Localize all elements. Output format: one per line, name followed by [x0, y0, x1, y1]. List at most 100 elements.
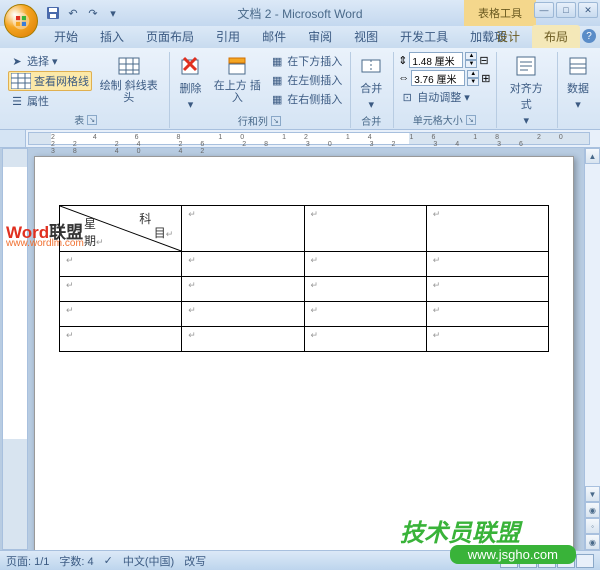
table-cell[interactable]: ↵	[304, 277, 426, 302]
minimize-button[interactable]: —	[534, 2, 554, 18]
tab-home[interactable]: 开始	[44, 25, 88, 48]
maximize-button[interactable]: □	[556, 2, 576, 18]
delete-button[interactable]: 删除▾	[174, 52, 206, 113]
save-button[interactable]	[44, 4, 62, 22]
tab-review[interactable]: 审阅	[298, 25, 342, 48]
table-cell[interactable]: ↵	[182, 277, 304, 302]
vertical-ruler[interactable]	[2, 148, 28, 550]
data-button[interactable]: 数据▾	[562, 52, 594, 113]
table-cell[interactable]: ↵	[60, 252, 182, 277]
table-cell[interactable]: ↵	[304, 327, 426, 352]
tab-view[interactable]: 视图	[344, 25, 388, 48]
language-status[interactable]: 中文(中国)	[123, 553, 174, 569]
align-icon	[514, 54, 538, 78]
contextual-tab-title: 表格工具	[464, 0, 536, 26]
word-table[interactable]: 科 目↵ 星期↵ ↵ ↵ ↵ ↵↵↵↵ ↵↵↵↵ ↵↵↵↵ ↵↵↵↵	[59, 205, 549, 352]
tab-insert[interactable]: 插入	[90, 25, 134, 48]
draw-diagonal-button[interactable]: 绘制 斜线表头	[94, 52, 163, 106]
table-cell[interactable]: ↵	[304, 302, 426, 327]
redo-button[interactable]: ↷	[84, 4, 102, 22]
spin-up[interactable]: ▲	[467, 70, 479, 78]
spin-down[interactable]: ▼	[465, 60, 477, 68]
select-button[interactable]: ➤选择▾	[8, 52, 92, 70]
scroll-track[interactable]	[585, 164, 600, 486]
group-table: ➤选择▾ 查看网格线 ☰属性 绘制 斜线表头 表↘	[4, 52, 170, 128]
delete-icon	[178, 54, 202, 78]
ribbon-tabs: 开始 插入 页面布局 引用 邮件 审阅 视图 开发工具 加载项 设计 布局 ?	[0, 26, 600, 48]
tab-pagelayout[interactable]: 页面布局	[136, 25, 204, 48]
alignment-button[interactable]: 对齐方式▾	[501, 52, 551, 129]
overtype-status[interactable]: 改写	[184, 553, 206, 569]
draft-view[interactable]	[576, 554, 594, 568]
col-width-input[interactable]	[411, 70, 465, 86]
window-title: 文档 2 - Microsoft Word	[237, 5, 362, 22]
autofit-button[interactable]: ⊡自动调整▾	[398, 88, 472, 106]
table-cell[interactable]: ↵	[304, 252, 426, 277]
tab-mailings[interactable]: 邮件	[252, 25, 296, 48]
watermark-url: www.wordlm.com	[6, 238, 84, 249]
table-icon	[117, 54, 141, 78]
table-cell[interactable]: ↵	[60, 327, 182, 352]
spin-up[interactable]: ▲	[465, 52, 477, 60]
tab-layout[interactable]: 布局	[532, 25, 580, 48]
view-gridlines-button[interactable]: 查看网格线	[8, 71, 92, 91]
data-icon	[566, 54, 590, 78]
spin-down[interactable]: ▼	[467, 78, 479, 86]
table-cell[interactable]: ↵	[426, 252, 548, 277]
next-page-button[interactable]: ◉	[585, 534, 600, 550]
vertical-scrollbar[interactable]: ▲ ▼ ◉ ◦ ◉	[584, 148, 600, 550]
table-cell[interactable]: ↵	[426, 302, 548, 327]
dialog-launcher[interactable]: ↘	[466, 115, 476, 125]
watermark2-url: www.jsgho.com	[450, 545, 576, 564]
qat-customize[interactable]: ▾	[104, 4, 122, 22]
table-cell[interactable]: ↵	[60, 277, 182, 302]
ruler-corner	[0, 130, 26, 147]
prev-page-button[interactable]: ◉	[585, 502, 600, 518]
scroll-down-button[interactable]: ▼	[585, 486, 600, 502]
titlebar: ↶ ↷ ▾ 文档 2 - Microsoft Word 表格工具 — □ ✕	[0, 0, 600, 26]
tab-developer[interactable]: 开发工具	[390, 25, 458, 48]
merge-button[interactable]: 合并▾	[355, 52, 387, 113]
spellcheck-icon[interactable]: ✓	[104, 554, 113, 567]
help-button[interactable]: ?	[582, 29, 596, 43]
insert-right-button[interactable]: ▦在右侧插入	[268, 90, 344, 108]
horizontal-ruler[interactable]: 2 4 6 8 10 12 14 16 18 20 22 24 26 28 30…	[28, 132, 590, 145]
table-cell[interactable]: ↵	[426, 277, 548, 302]
group-merge: 合并▾ 合并	[351, 52, 394, 128]
insert-below-button[interactable]: ▦在下方插入	[268, 52, 344, 70]
insert-above-button[interactable]: 在上方 插入	[208, 52, 266, 106]
table-cell[interactable]: ↵	[182, 206, 304, 252]
table-cell[interactable]: ↵	[182, 252, 304, 277]
dialog-launcher[interactable]: ↘	[87, 115, 97, 125]
height-icon: ⇕	[398, 54, 407, 67]
document-page[interactable]: 科 目↵ 星期↵ ↵ ↵ ↵ ↵↵↵↵ ↵↵↵↵ ↵↵↵↵ ↵↵↵↵	[34, 156, 574, 550]
row-height-input[interactable]	[409, 52, 463, 68]
office-button[interactable]	[4, 4, 38, 38]
table-cell[interactable]: ↵	[182, 327, 304, 352]
dialog-launcher[interactable]: ↘	[271, 116, 281, 126]
close-button[interactable]: ✕	[578, 2, 598, 18]
autofit-icon: ⊡	[400, 90, 414, 104]
tab-references[interactable]: 引用	[206, 25, 250, 48]
properties-button[interactable]: ☰属性	[8, 92, 92, 110]
browse-object-button[interactable]: ◦	[585, 518, 600, 534]
width-icon: ⇔	[398, 72, 409, 84]
tab-design[interactable]: 设计	[484, 25, 532, 48]
table-cell[interactable]: ↵	[182, 302, 304, 327]
watermark2-logo: 技术员联盟	[400, 513, 520, 548]
table-cell[interactable]: ↵	[426, 327, 548, 352]
table-cell[interactable]: ↵	[60, 302, 182, 327]
ribbon: ➤选择▾ 查看网格线 ☰属性 绘制 斜线表头 表↘ 删除▾ 在上	[0, 48, 600, 130]
distribute-cols-icon[interactable]: ⊞	[481, 72, 490, 85]
word-count[interactable]: 字数: 4	[59, 553, 93, 569]
insert-left-icon: ▦	[270, 73, 284, 87]
insert-left-button[interactable]: ▦在左侧插入	[268, 71, 344, 89]
grid-icon	[11, 73, 31, 89]
group-cellsize: ⇕ ▲▼ ⊟ ⇔ ▲▼ ⊞ ⊡自动调整▾ 单元格大小↘	[394, 52, 497, 128]
page-status[interactable]: 页面: 1/1	[6, 553, 49, 569]
undo-button[interactable]: ↶	[64, 4, 82, 22]
table-cell[interactable]: ↵	[426, 206, 548, 252]
table-cell[interactable]: ↵	[304, 206, 426, 252]
distribute-rows-icon[interactable]: ⊟	[479, 54, 488, 67]
group-rowscols: 删除▾ 在上方 插入 ▦在下方插入 ▦在左侧插入 ▦在右侧插入 行和列↘	[170, 52, 351, 128]
